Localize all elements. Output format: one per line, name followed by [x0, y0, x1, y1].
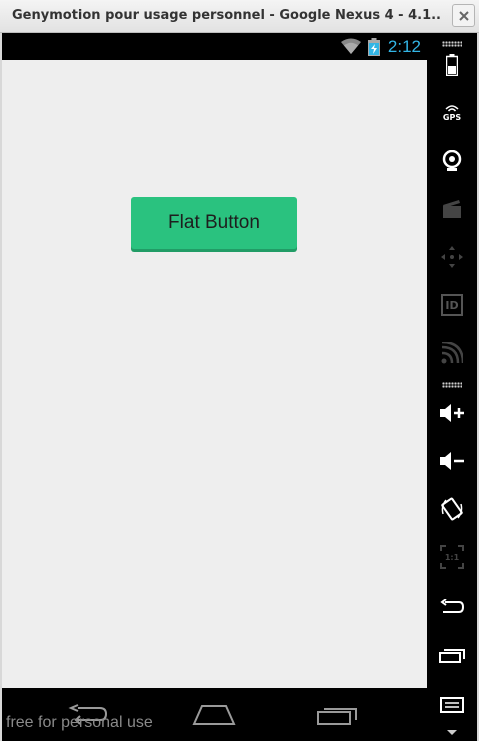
- gps-widget-button[interactable]: GPS: [427, 95, 477, 131]
- rotate-icon: [441, 497, 463, 521]
- screencast-button[interactable]: [427, 191, 477, 227]
- close-icon: [458, 10, 469, 21]
- sidebar-scroll-down-icon[interactable]: [447, 730, 457, 735]
- screencast-icon: [443, 200, 461, 218]
- gps-signal-icon: [445, 104, 459, 112]
- gps-widget-icon: GPS: [442, 112, 462, 122]
- watermark-text: free for personal use: [6, 714, 153, 731]
- volume-down-icon: [440, 452, 464, 470]
- network-rss-icon: [441, 342, 463, 364]
- dpad-button[interactable]: [427, 239, 477, 275]
- android-nav-bar: free for personal use: [2, 688, 427, 741]
- battery-charging-icon: [368, 38, 380, 56]
- volume-up-button[interactable]: [427, 395, 477, 431]
- volume-down-button[interactable]: [427, 443, 477, 479]
- device-id-icon: ID: [441, 294, 463, 316]
- device-id-button[interactable]: ID: [427, 287, 477, 323]
- battery-widget-icon: [446, 54, 458, 76]
- battery-widget-button[interactable]: [427, 47, 477, 83]
- status-clock: 2:12: [387, 37, 421, 56]
- back-button-icon: [440, 599, 465, 613]
- flat-button[interactable]: Flat Button: [131, 197, 297, 249]
- network-button[interactable]: [427, 335, 477, 371]
- android-status-bar: 2:12: [2, 33, 427, 60]
- dpad-icon: [441, 246, 463, 268]
- home-icon[interactable]: [192, 704, 236, 726]
- sidebar-grip: [442, 382, 462, 388]
- menu-button-icon: [440, 697, 464, 713]
- android-recent-button[interactable]: [427, 637, 477, 673]
- scale-label: 1:1: [445, 553, 460, 562]
- camera-widget-icon: [442, 150, 462, 171]
- genymotion-sidebar: GPS ID 1:1: [427, 33, 477, 741]
- recent-button-icon: [439, 649, 465, 663]
- scale-button[interactable]: 1:1: [427, 539, 477, 575]
- recent-apps-icon[interactable]: [316, 704, 358, 726]
- volume-up-icon: [440, 404, 464, 422]
- window-title: Genymotion pour usage personnel - Google…: [12, 8, 442, 23]
- android-menu-button[interactable]: [427, 687, 477, 723]
- camera-widget-button[interactable]: [427, 143, 477, 179]
- scale-icon: 1:1: [440, 545, 464, 569]
- app-screen: Flat Button: [2, 60, 427, 688]
- window-titlebar[interactable]: Genymotion pour usage personnel - Google…: [0, 0, 479, 33]
- wifi-icon: [341, 38, 361, 54]
- android-back-button[interactable]: [427, 589, 477, 625]
- close-button[interactable]: [452, 4, 475, 27]
- rotate-button[interactable]: [427, 491, 477, 527]
